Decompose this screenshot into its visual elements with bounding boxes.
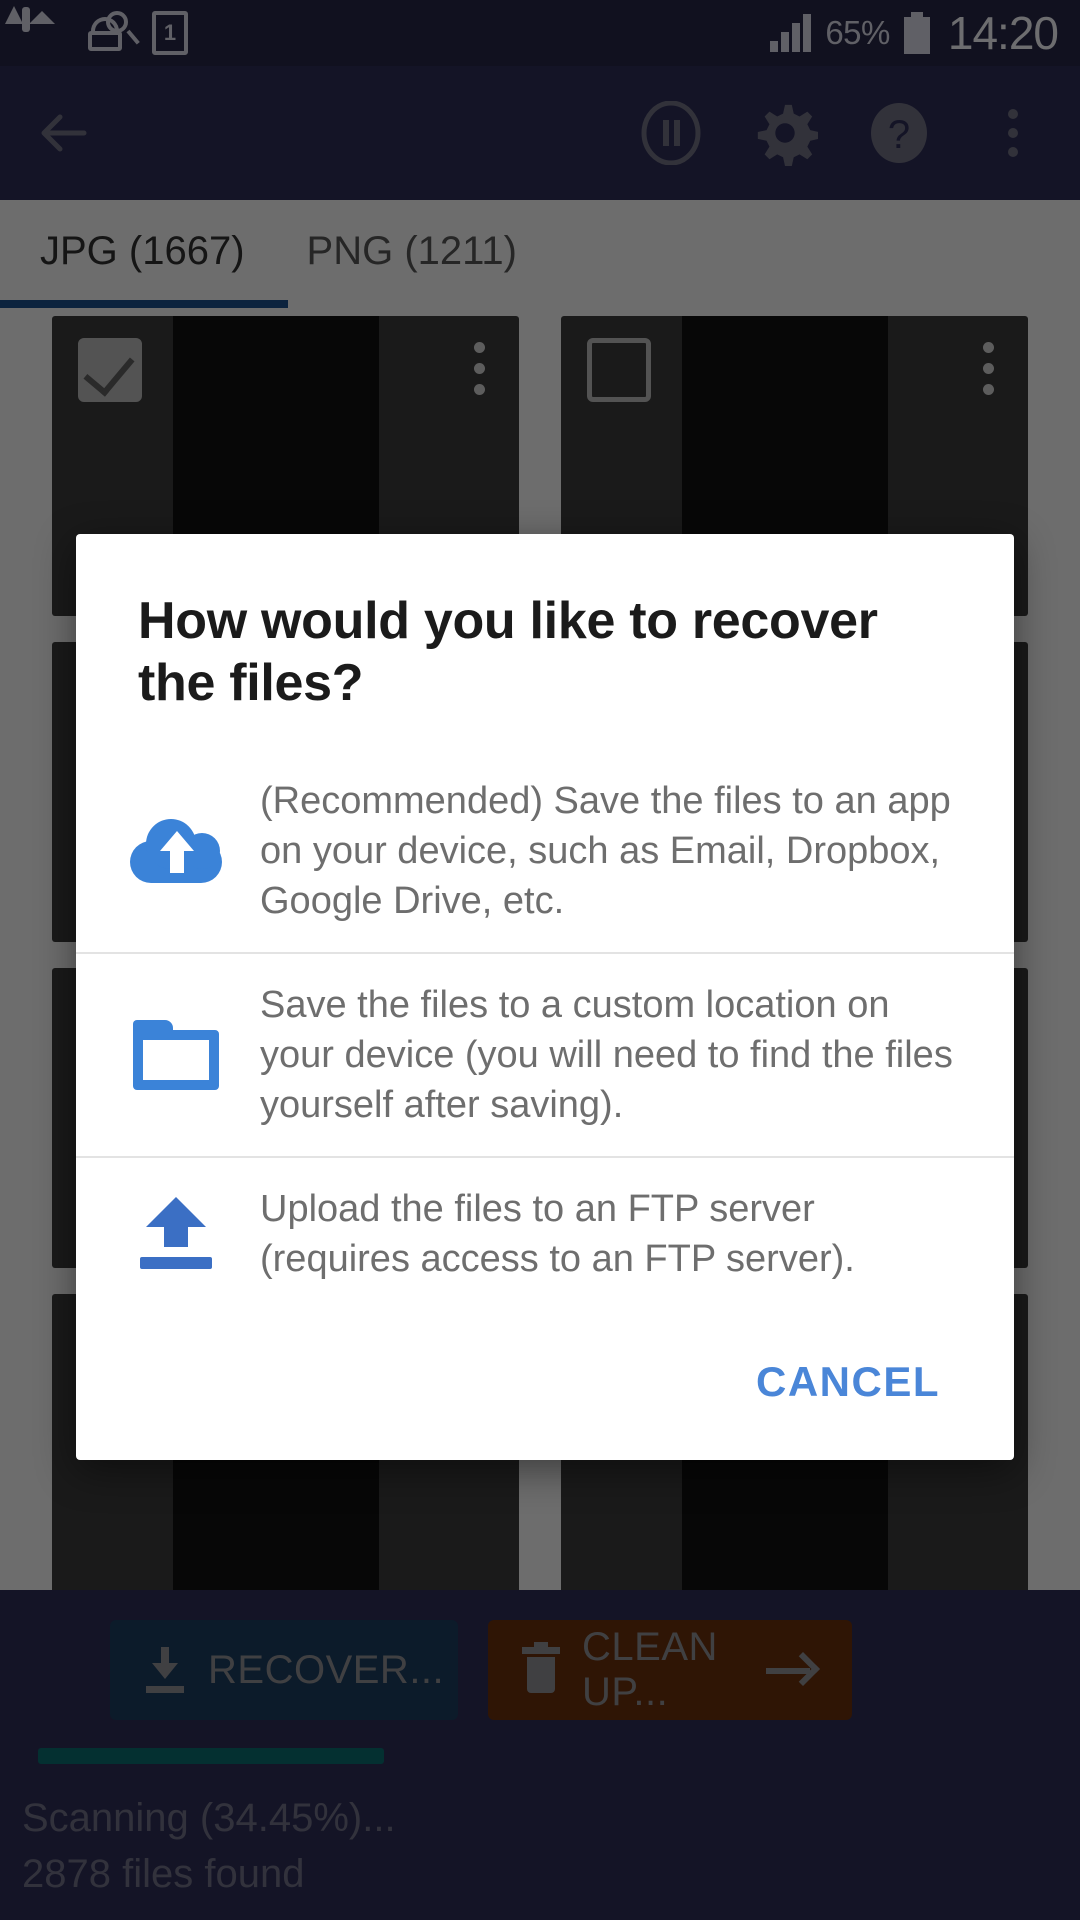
- dialog-actions: CANCEL: [76, 1310, 1014, 1460]
- phone-screen: 1 65% 14:20: [0, 0, 1080, 1920]
- option-upload-ftp[interactable]: Upload the files to an FTP server (requi…: [76, 1156, 1014, 1310]
- option-save-to-custom-location[interactable]: Save the files to a custom location on y…: [76, 952, 1014, 1156]
- option-save-to-app-label: (Recommended) Save the files to an app o…: [260, 780, 951, 922]
- recover-method-dialog: How would you like to recover the files?…: [76, 534, 1014, 1460]
- option-save-to-app[interactable]: (Recommended) Save the files to an app o…: [76, 750, 1014, 952]
- dialog-title: How would you like to recover the files?: [138, 592, 878, 712]
- cancel-button[interactable]: CANCEL: [738, 1344, 958, 1420]
- cloud-upload-icon: [128, 819, 224, 883]
- folder-icon: [128, 1020, 224, 1090]
- option-save-to-custom-location-label: Save the files to a custom location on y…: [260, 984, 953, 1126]
- ftp-upload-icon: [128, 1197, 224, 1271]
- option-upload-ftp-label: Upload the files to an FTP server (requi…: [260, 1188, 855, 1280]
